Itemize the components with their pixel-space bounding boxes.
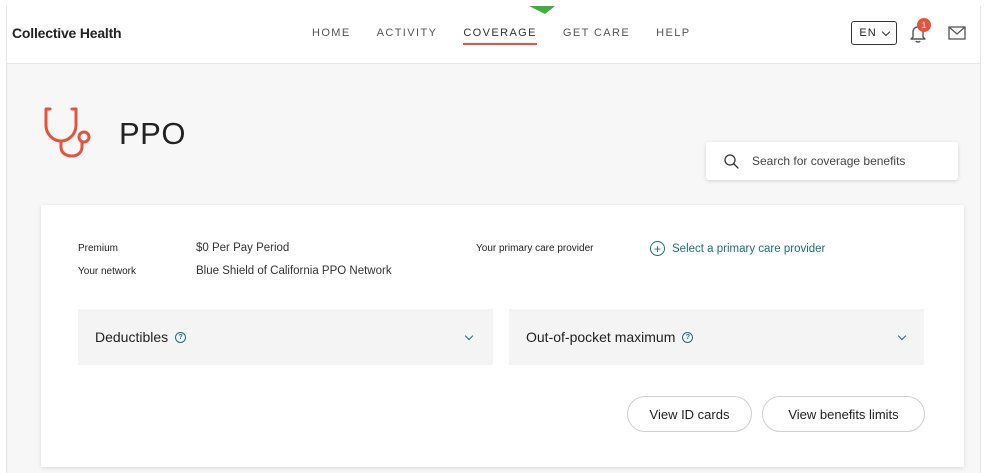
main-nav: HOME ACTIVITY COVERAGE GET CARE HELP	[312, 27, 716, 45]
language-select[interactable]: EN	[851, 21, 897, 45]
chevron-down-icon	[464, 331, 474, 341]
nav-home[interactable]: HOME	[312, 27, 351, 45]
brand-logo[interactable]: Collective Health	[12, 25, 122, 41]
decorative-swoosh	[529, 6, 555, 14]
nav-coverage[interactable]: COVERAGE	[463, 27, 537, 45]
premium-label: Premium	[78, 243, 119, 254]
stethoscope-icon	[44, 107, 91, 158]
chevron-down-icon	[881, 27, 890, 36]
nav-get-care[interactable]: GET CARE	[563, 27, 630, 45]
help-icon[interactable]: ?	[682, 331, 694, 343]
network-label: Your network	[78, 266, 136, 277]
notification-badge: 1	[917, 18, 931, 32]
top-nav-bar: Collective Health HOME ACTIVITY COVERAGE…	[7, 6, 980, 64]
oop-max-accordion[interactable]: Out-of-pocket maximum ?	[509, 309, 924, 365]
pcp-label: Your primary care provider	[476, 243, 594, 254]
deductibles-accordion[interactable]: Deductibles ?	[78, 309, 493, 365]
mail-icon[interactable]	[948, 26, 966, 40]
chevron-down-icon	[897, 331, 907, 341]
select-pcp-link[interactable]: + Select a primary care provider	[650, 241, 825, 256]
premium-value: $0 Per Pay Period	[196, 242, 290, 254]
search-icon	[724, 153, 739, 169]
nav-help[interactable]: HELP	[656, 27, 690, 45]
view-id-cards-button[interactable]: View ID cards	[627, 396, 752, 432]
nav-activity[interactable]: ACTIVITY	[377, 27, 438, 45]
oop-max-title: Out-of-pocket maximum	[526, 329, 676, 345]
app-window: Collective Health HOME ACTIVITY COVERAGE…	[6, 6, 981, 473]
deductibles-title: Deductibles	[95, 329, 169, 345]
page-title: PPO	[119, 116, 186, 151]
language-value: EN	[859, 27, 877, 39]
view-benefits-limits-button[interactable]: View benefits limits	[762, 396, 925, 432]
select-pcp-label: Select a primary care provider	[672, 242, 826, 255]
search-input[interactable]	[752, 154, 942, 168]
help-icon[interactable]: ?	[175, 331, 187, 343]
add-circle-icon: +	[650, 241, 665, 256]
network-value: Blue Shield of California PPO Network	[196, 265, 392, 277]
coverage-search[interactable]	[706, 142, 958, 180]
